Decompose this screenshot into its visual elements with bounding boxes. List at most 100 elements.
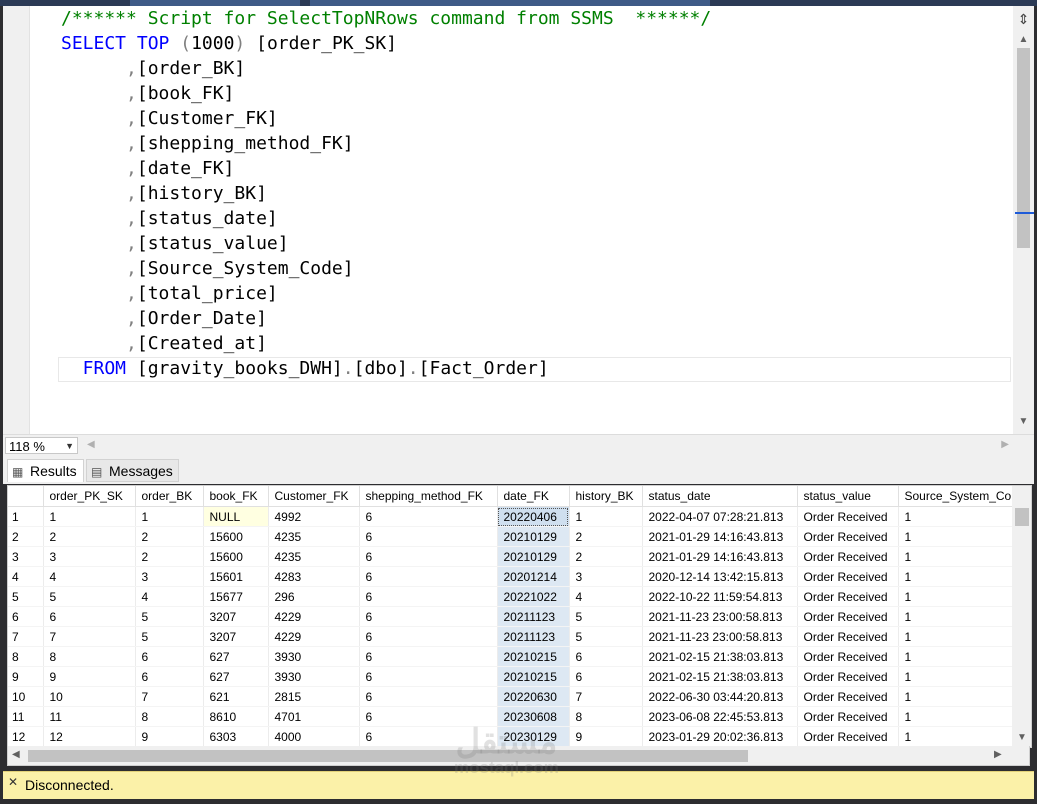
column-header[interactable]: date_FK: [497, 486, 570, 507]
table-cell[interactable]: 8: [569, 706, 643, 727]
scroll-down-icon[interactable]: ▼: [1015, 732, 1029, 743]
table-cell[interactable]: 2022-06-30 03:44:20.813: [642, 686, 798, 707]
table-cell[interactable]: 20211123: [497, 626, 570, 647]
table-cell[interactable]: 20230129: [497, 726, 570, 747]
code-line[interactable]: ,[Created_at]: [61, 331, 267, 356]
table-cell[interactable]: 7: [569, 686, 643, 707]
table-cell[interactable]: 4235: [268, 546, 360, 567]
table-row[interactable]: 3 3 2 15600 4235 6 20210129 2 2021-01-29 14:16:4…: [8, 546, 1019, 567]
table-cell[interactable]: 627: [203, 646, 269, 667]
column-header[interactable]: shepping_method_FK: [359, 486, 498, 507]
table-cell[interactable]: 4701: [268, 706, 360, 727]
table-cell[interactable]: 621: [203, 686, 269, 707]
row-number[interactable]: 12: [8, 726, 44, 747]
scroll-up-icon[interactable]: ▲: [1017, 34, 1030, 46]
table-cell[interactable]: Order Received: [797, 646, 899, 667]
table-cell[interactable]: Order Received: [797, 586, 899, 607]
table-cell[interactable]: 2021-01-29 14:16:43.813: [642, 546, 798, 567]
table-cell[interactable]: 8610: [203, 706, 269, 727]
table-cell[interactable]: Order Received: [797, 506, 899, 527]
zoom-dropdown[interactable]: 118 % ▼: [5, 437, 78, 454]
table-cell[interactable]: 4283: [268, 566, 360, 587]
table-cell[interactable]: 6: [359, 666, 498, 687]
table-cell[interactable]: 627: [203, 666, 269, 687]
table-cell[interactable]: 6: [359, 546, 498, 567]
code-line[interactable]: ,[status_date]: [61, 206, 278, 231]
table-cell[interactable]: 3930: [268, 666, 360, 687]
table-cell[interactable]: 1: [898, 546, 1019, 567]
row-number[interactable]: 4: [8, 566, 44, 587]
row-number[interactable]: 1: [8, 506, 44, 527]
table-cell[interactable]: 2022-04-07 07:28:21.813: [642, 506, 798, 527]
editor-horizontal-scrollbar[interactable]: ◀ ▶: [83, 439, 1013, 453]
column-header[interactable]: order_PK_SK: [43, 486, 136, 507]
table-cell[interactable]: Order Received: [797, 726, 899, 747]
table-cell[interactable]: 20210129: [497, 546, 570, 567]
scroll-down-icon[interactable]: ▼: [1017, 416, 1030, 428]
row-number[interactable]: 8: [8, 646, 44, 667]
table-row[interactable]: 9 9 6 627 3930 6 20210215 6 2021-02-15 21:38:03.…: [8, 666, 1019, 687]
table-cell[interactable]: 5: [569, 626, 643, 647]
query-editor[interactable]: /****** Script for SelectTopNRows comman…: [3, 6, 1034, 434]
table-cell[interactable]: 6: [359, 706, 498, 727]
table-cell[interactable]: 3: [43, 546, 136, 567]
table-cell[interactable]: 6: [359, 726, 498, 747]
table-cell[interactable]: 1: [898, 626, 1019, 647]
column-header[interactable]: status_value: [797, 486, 899, 507]
row-number[interactable]: 2: [8, 526, 44, 547]
column-header[interactable]: history_BK: [569, 486, 643, 507]
chevron-down-icon[interactable]: ▼: [65, 438, 74, 455]
grid-vertical-scrollbar[interactable]: ▼: [1012, 486, 1031, 747]
code-line[interactable]: ,[status_value]: [61, 231, 289, 256]
table-cell[interactable]: 20211123: [497, 606, 570, 627]
column-header[interactable]: status_date: [642, 486, 798, 507]
editor-vertical-scrollbar[interactable]: ⇕ ▲ ▼: [1013, 6, 1034, 434]
table-cell[interactable]: 9: [135, 726, 204, 747]
table-cell[interactable]: 20210215: [497, 646, 570, 667]
table-row[interactable]: 5 5 4 15677 296 6 20221022 4 2022-10-22 11:59:54…: [8, 586, 1019, 607]
table-cell[interactable]: 15677: [203, 586, 269, 607]
code-line[interactable]: ,[book_FK]: [61, 81, 234, 106]
table-cell[interactable]: 4: [43, 566, 136, 587]
table-cell[interactable]: 4: [569, 586, 643, 607]
table-row[interactable]: 7 7 5 3207 4229 6 20211123 5 2021-11-23 23:00:58…: [8, 626, 1019, 647]
table-cell[interactable]: 8: [135, 706, 204, 727]
table-cell[interactable]: NULL: [203, 506, 269, 527]
table-cell[interactable]: 12: [43, 726, 136, 747]
table-cell[interactable]: Order Received: [797, 546, 899, 567]
table-cell[interactable]: 6: [359, 506, 498, 527]
table-cell[interactable]: 1: [898, 566, 1019, 587]
table-cell[interactable]: 2020-12-14 13:42:15.813: [642, 566, 798, 587]
table-cell[interactable]: 4235: [268, 526, 360, 547]
table-cell[interactable]: 6: [43, 606, 136, 627]
table-cell[interactable]: 4992: [268, 506, 360, 527]
column-header[interactable]: book_FK: [203, 486, 269, 507]
row-number[interactable]: 3: [8, 546, 44, 567]
table-cell[interactable]: 7: [43, 626, 136, 647]
table-cell[interactable]: 8: [43, 646, 136, 667]
table-cell[interactable]: 2023-01-29 20:02:36.813: [642, 726, 798, 747]
grid-corner[interactable]: [8, 486, 44, 507]
table-cell[interactable]: Order Received: [797, 566, 899, 587]
table-cell[interactable]: 20210215: [497, 666, 570, 687]
table-cell[interactable]: 2021-02-15 21:38:03.813: [642, 666, 798, 687]
table-cell[interactable]: 2021-11-23 23:00:58.813: [642, 626, 798, 647]
table-cell[interactable]: 6: [135, 666, 204, 687]
table-cell[interactable]: 3: [569, 566, 643, 587]
table-row[interactable]: 4 4 3 15601 4283 6 20201214 3 2020-12-14 13:42:1…: [8, 566, 1019, 587]
table-cell[interactable]: 20210129: [497, 526, 570, 547]
scroll-right-icon[interactable]: ▶: [1001, 439, 1009, 450]
table-cell[interactable]: 2022-10-22 11:59:54.813: [642, 586, 798, 607]
table-cell[interactable]: 5: [135, 606, 204, 627]
table-cell[interactable]: 10: [43, 686, 136, 707]
scrollbar-thumb[interactable]: [1017, 48, 1030, 248]
code-line[interactable]: ,[order_BK]: [61, 56, 245, 81]
table-cell[interactable]: 7: [135, 686, 204, 707]
table-cell[interactable]: 6303: [203, 726, 269, 747]
table-cell[interactable]: 1: [43, 506, 136, 527]
code-line[interactable]: ,[Source_System_Code]: [61, 256, 354, 281]
table-cell[interactable]: 15600: [203, 546, 269, 567]
table-cell[interactable]: 15601: [203, 566, 269, 587]
code-line[interactable]: ,[Order_Date]: [61, 306, 267, 331]
table-cell[interactable]: 4: [135, 586, 204, 607]
